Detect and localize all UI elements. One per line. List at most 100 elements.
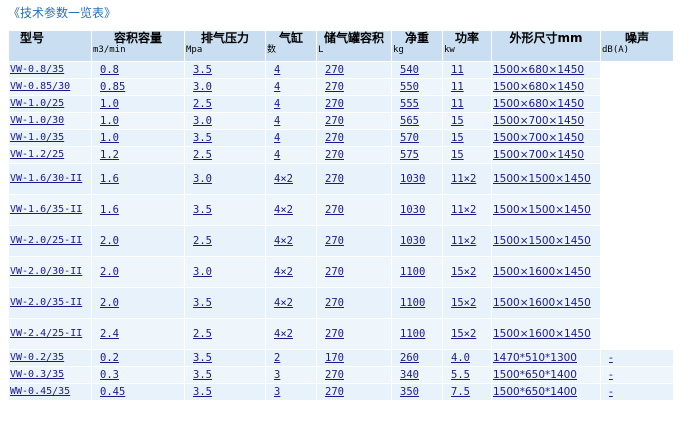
- cell-cylinders[interactable]: 4: [266, 79, 316, 95]
- cell-pressure[interactable]: 2.5: [185, 226, 265, 256]
- cell-model[interactable]: VW-2.0/35-II: [9, 288, 91, 318]
- cell-size[interactable]: 1500×680×1450: [492, 79, 600, 95]
- cell-weight[interactable]: 350: [392, 384, 442, 400]
- cell-model[interactable]: VW-1.0/25: [9, 96, 91, 112]
- cell-power[interactable]: 11: [443, 96, 491, 112]
- cell-pressure[interactable]: 2.5: [185, 96, 265, 112]
- cell-power[interactable]: 15: [443, 130, 491, 146]
- cell-size[interactable]: 1500*650*1400: [492, 367, 600, 383]
- cell-cylinders[interactable]: 3: [266, 384, 316, 400]
- cell-capacity[interactable]: 1.0: [92, 130, 184, 146]
- cell-power[interactable]: 11×2: [443, 226, 491, 256]
- cell-cylinders[interactable]: 4×2: [266, 288, 316, 318]
- cell-model[interactable]: VW-0.8/35: [9, 62, 91, 78]
- cell-model[interactable]: VW-0.3/35: [9, 367, 91, 383]
- cell-weight[interactable]: 1100: [392, 319, 442, 349]
- cell-capacity[interactable]: 1.2: [92, 147, 184, 163]
- cell-power[interactable]: 7.5: [443, 384, 491, 400]
- cell-size[interactable]: 1500×1600×1450: [492, 257, 600, 287]
- cell-pressure[interactable]: 3.5: [185, 62, 265, 78]
- cell-tank[interactable]: 270: [317, 367, 391, 383]
- cell-size[interactable]: 1500×700×1450: [492, 130, 600, 146]
- cell-size[interactable]: 1500×1500×1450: [492, 164, 600, 194]
- cell-pressure[interactable]: 3.5: [185, 367, 265, 383]
- cell-weight[interactable]: 1030: [392, 226, 442, 256]
- cell-tank[interactable]: 270: [317, 257, 391, 287]
- cell-power[interactable]: 15×2: [443, 257, 491, 287]
- cell-model[interactable]: VW-0.85/30: [9, 79, 91, 95]
- cell-cylinders[interactable]: 3: [266, 367, 316, 383]
- cell-cylinders[interactable]: 4×2: [266, 164, 316, 194]
- cell-capacity[interactable]: 1.6: [92, 164, 184, 194]
- cell-model[interactable]: VW-1.0/35: [9, 130, 91, 146]
- cell-capacity[interactable]: 1.0: [92, 113, 184, 129]
- cell-size[interactable]: 1500×680×1450: [492, 96, 600, 112]
- cell-pressure[interactable]: 3.0: [185, 164, 265, 194]
- cell-model[interactable]: VW-1.6/35-II: [9, 195, 91, 225]
- cell-pressure[interactable]: 3.0: [185, 79, 265, 95]
- cell-tank[interactable]: 270: [317, 226, 391, 256]
- cell-power[interactable]: 15×2: [443, 319, 491, 349]
- cell-tank[interactable]: 270: [317, 130, 391, 146]
- cell-tank[interactable]: 270: [317, 113, 391, 129]
- cell-pressure[interactable]: 3.0: [185, 257, 265, 287]
- cell-cylinders[interactable]: 4: [266, 96, 316, 112]
- cell-capacity[interactable]: 0.3: [92, 367, 184, 383]
- cell-power[interactable]: 4.0: [443, 350, 491, 366]
- cell-capacity[interactable]: 2.0: [92, 226, 184, 256]
- cell-weight[interactable]: 565: [392, 113, 442, 129]
- cell-tank[interactable]: 270: [317, 319, 391, 349]
- cell-tank[interactable]: 270: [317, 164, 391, 194]
- cell-power[interactable]: 15×2: [443, 288, 491, 318]
- cell-model[interactable]: VW-0.2/35: [9, 350, 91, 366]
- cell-cylinders[interactable]: 4: [266, 147, 316, 163]
- cell-weight[interactable]: 570: [392, 130, 442, 146]
- cell-capacity[interactable]: 0.85: [92, 79, 184, 95]
- cell-cylinders[interactable]: 4: [266, 113, 316, 129]
- cell-pressure[interactable]: 3.5: [185, 130, 265, 146]
- cell-tank[interactable]: 270: [317, 384, 391, 400]
- cell-power[interactable]: 11×2: [443, 195, 491, 225]
- cell-pressure[interactable]: 3.0: [185, 113, 265, 129]
- cell-capacity[interactable]: 0.45: [92, 384, 184, 400]
- cell-weight[interactable]: 340: [392, 367, 442, 383]
- cell-capacity[interactable]: 2.0: [92, 288, 184, 318]
- cell-size[interactable]: 1500×1600×1450: [492, 319, 600, 349]
- cell-cylinders[interactable]: 4: [266, 130, 316, 146]
- cell-power[interactable]: 15: [443, 147, 491, 163]
- cell-size[interactable]: 1500×680×1450: [492, 62, 600, 78]
- cell-cylinders[interactable]: 4×2: [266, 226, 316, 256]
- cell-weight[interactable]: 1100: [392, 257, 442, 287]
- cell-pressure[interactable]: 2.5: [185, 147, 265, 163]
- cell-pressure[interactable]: 3.5: [185, 384, 265, 400]
- cell-tank[interactable]: 270: [317, 62, 391, 78]
- cell-noise[interactable]: -: [601, 367, 673, 383]
- cell-size[interactable]: 1500*650*1400: [492, 384, 600, 400]
- cell-power[interactable]: 11: [443, 62, 491, 78]
- cell-weight[interactable]: 1100: [392, 288, 442, 318]
- cell-cylinders[interactable]: 2: [266, 350, 316, 366]
- cell-weight[interactable]: 555: [392, 96, 442, 112]
- cell-pressure[interactable]: 3.5: [185, 288, 265, 318]
- cell-model[interactable]: VW-1.2/25: [9, 147, 91, 163]
- cell-tank[interactable]: 270: [317, 96, 391, 112]
- cell-cylinders[interactable]: 4×2: [266, 319, 316, 349]
- cell-size[interactable]: 1500×1500×1450: [492, 226, 600, 256]
- cell-power[interactable]: 11×2: [443, 164, 491, 194]
- cell-pressure[interactable]: 3.5: [185, 195, 265, 225]
- cell-tank[interactable]: 270: [317, 147, 391, 163]
- cell-power[interactable]: 11: [443, 79, 491, 95]
- cell-capacity[interactable]: 2.0: [92, 257, 184, 287]
- cell-size[interactable]: 1500×700×1450: [492, 147, 600, 163]
- cell-model[interactable]: VW-2.0/25-II: [9, 226, 91, 256]
- cell-tank[interactable]: 270: [317, 288, 391, 318]
- cell-capacity[interactable]: 1.6: [92, 195, 184, 225]
- cell-tank[interactable]: 270: [317, 79, 391, 95]
- cell-weight[interactable]: 550: [392, 79, 442, 95]
- cell-capacity[interactable]: 1.0: [92, 96, 184, 112]
- cell-pressure[interactable]: 2.5: [185, 319, 265, 349]
- cell-power[interactable]: 5.5: [443, 367, 491, 383]
- cell-size[interactable]: 1500×700×1450: [492, 113, 600, 129]
- cell-weight[interactable]: 575: [392, 147, 442, 163]
- cell-power[interactable]: 15: [443, 113, 491, 129]
